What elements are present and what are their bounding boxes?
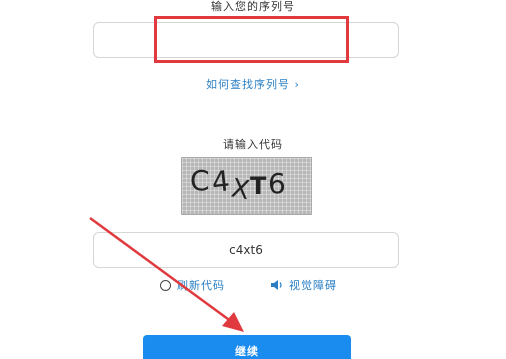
continue-button[interactable]: 继续 <box>143 335 351 359</box>
serial-number-label: 输入您的序列号 <box>211 0 295 13</box>
serial-entry-page: 输入您的序列号 如何查找序列号 › 请输入代码 C 4 X T 6 c4xt6 … <box>0 0 506 359</box>
refresh-code-label: 刷新代码 <box>177 279 225 292</box>
find-serial-number-link[interactable]: 如何查找序列号 › <box>0 76 506 92</box>
captcha-char: X <box>229 173 252 206</box>
speaker-icon <box>271 280 282 290</box>
captcha-char: C <box>190 164 210 197</box>
accessibility-audio-link[interactable]: 视觉障碍 <box>270 277 337 293</box>
captcha-char: 6 <box>268 167 286 200</box>
captcha-char: 4 <box>210 164 231 199</box>
refresh-icon <box>160 279 171 291</box>
captcha-image: C 4 X T 6 <box>181 157 312 215</box>
enter-code-label: 请输入代码 <box>223 138 283 151</box>
captcha-char: T <box>250 172 267 200</box>
refresh-code-link[interactable]: 刷新代码 <box>160 277 225 293</box>
code-input[interactable]: c4xt6 <box>93 232 399 268</box>
serial-number-input[interactable] <box>93 22 399 58</box>
accessibility-audio-label: 视觉障碍 <box>289 279 337 292</box>
